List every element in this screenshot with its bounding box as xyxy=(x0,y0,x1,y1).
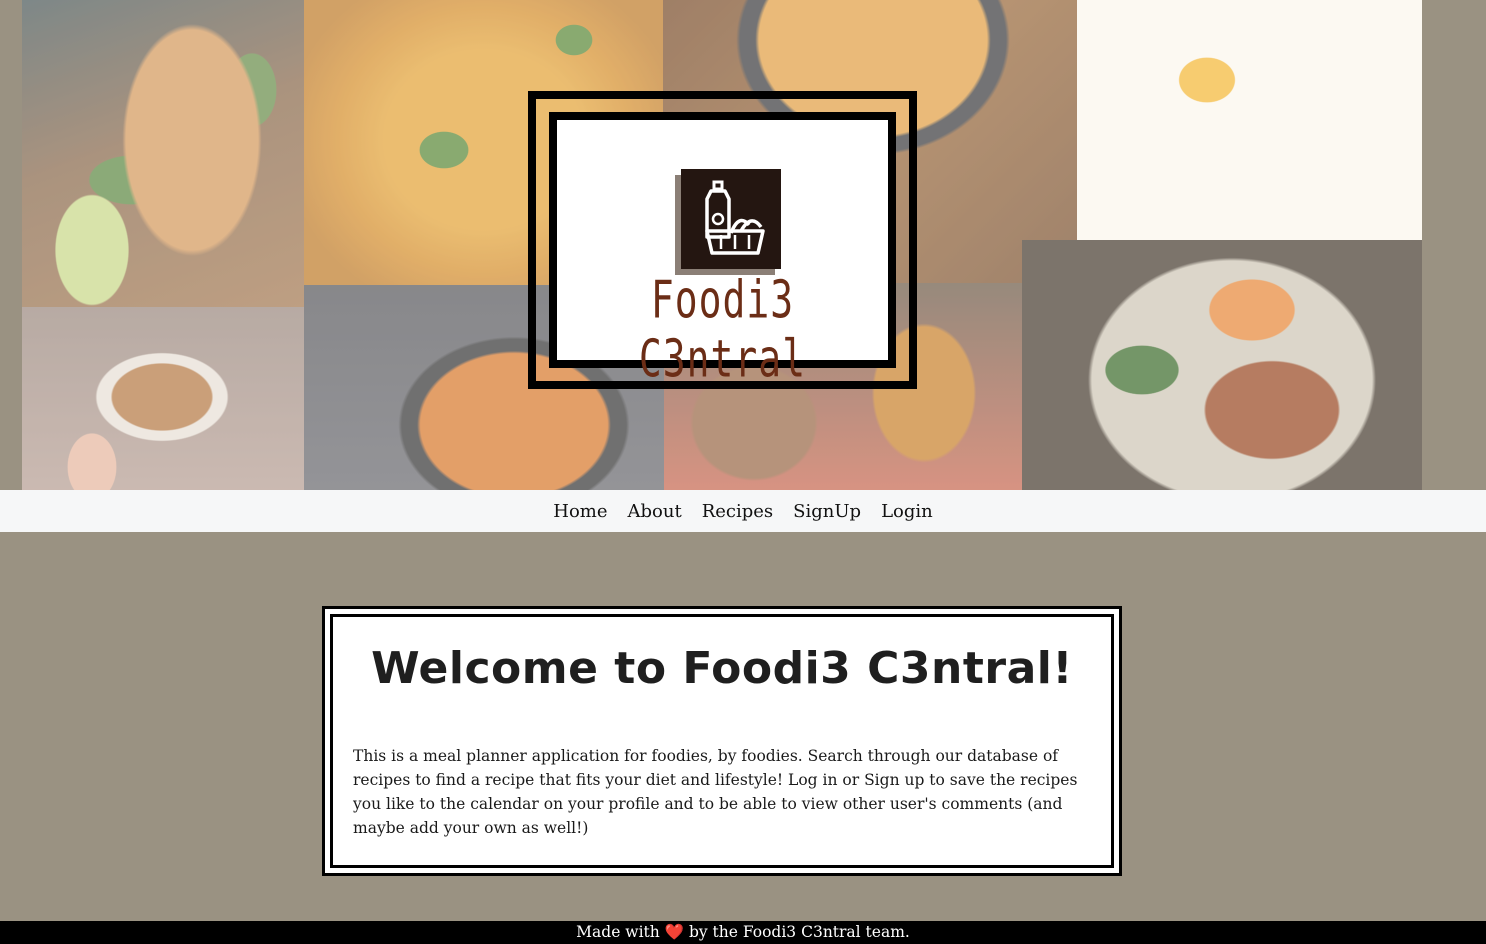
nav-link-signup[interactable]: SignUp xyxy=(783,501,871,522)
welcome-description: This is a meal planner application for f… xyxy=(353,747,1078,837)
coffee-latte-photo xyxy=(22,307,304,490)
nav-link-recipes[interactable]: Recipes xyxy=(692,501,783,522)
nav-link-home[interactable]: Home xyxy=(543,501,617,522)
footer-suffix: by the Foodi3 C3ntral team. xyxy=(688,923,910,941)
logo-frame: Foodi3 C3ntral xyxy=(528,91,917,389)
logo-wordmark: Foodi3 C3ntral xyxy=(638,270,807,389)
grocery-basket-icon-svg xyxy=(705,180,765,255)
hero-banner: Foodi3 C3ntral xyxy=(0,0,1486,490)
grocery-basket-icon xyxy=(681,169,781,269)
main-navbar: Home About Recipes SignUp Login xyxy=(0,490,1486,532)
nav-link-about[interactable]: About xyxy=(618,501,692,522)
nav-link-login[interactable]: Login xyxy=(871,501,943,522)
logo-card: Foodi3 C3ntral xyxy=(549,112,896,389)
footer-prefix: Made with xyxy=(576,923,660,941)
heart-icon: ❤️ xyxy=(664,923,684,941)
welcome-card: Welcome to Foodi3 C3ntral! This is a mea… xyxy=(330,614,1114,868)
egg-rice-bowl-photo xyxy=(1077,0,1422,240)
welcome-title: Welcome to Foodi3 C3ntral! xyxy=(371,643,1073,694)
chicken-salad-bowl-photo xyxy=(1022,240,1422,490)
tacos-photo xyxy=(22,0,304,307)
page-footer: Made with ❤️ by the Foodi3 C3ntral team. xyxy=(0,921,1486,944)
welcome-card-frame: Welcome to Foodi3 C3ntral! This is a mea… xyxy=(322,606,1122,876)
